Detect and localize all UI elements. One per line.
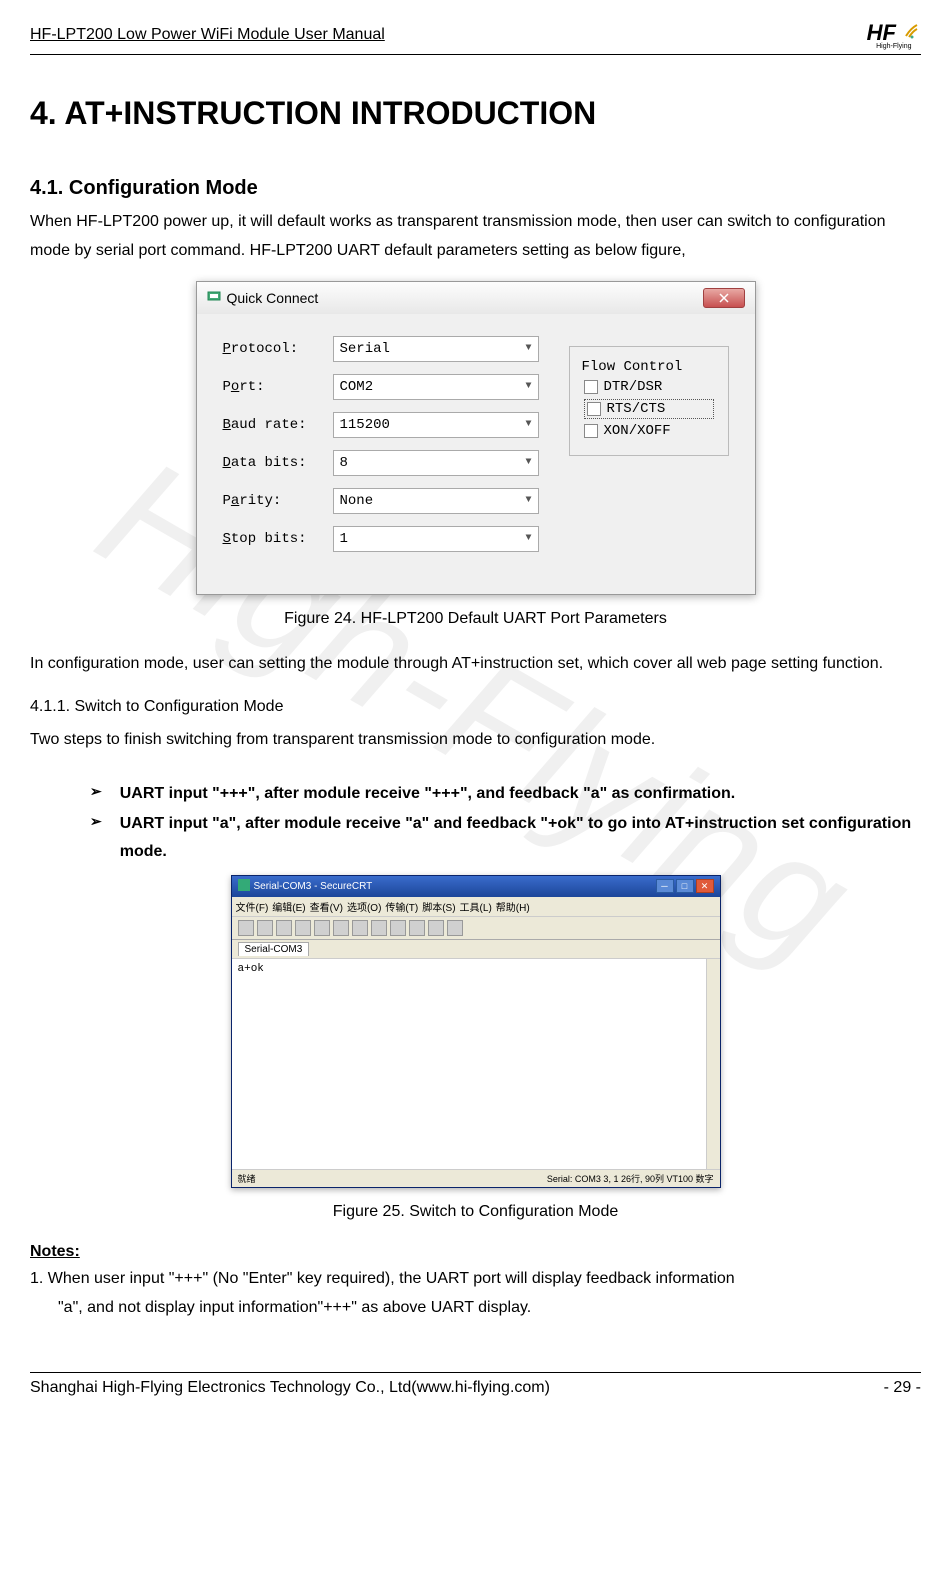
chevron-down-icon: ▼ [525,495,531,506]
chapter-title: 4. AT+INSTRUCTION INTRODUCTION [30,95,921,132]
chevron-down-icon: ▼ [525,381,531,392]
page-footer: Shanghai High-Flying Electronics Technol… [30,1372,921,1397]
toolbar-icon[interactable] [276,920,292,936]
status-right: Serial: COM3 3, 1 26行, 90列 VT100 数字 [547,1172,714,1185]
header-title: HF-LPT200 Low Power WiFi Module User Man… [30,26,385,44]
footer-page-number: - 29 - [884,1379,921,1397]
figure-24-caption: Figure 24. HF-LPT200 Default UART Port P… [30,610,921,628]
chevron-down-icon: ▼ [525,343,531,354]
close-button[interactable]: ✕ [696,879,714,893]
terminal-output[interactable]: a+ok [232,959,720,1169]
menu-script[interactable]: 脚本(S) [422,899,455,914]
menu-transfer[interactable]: 传输(T) [385,899,418,914]
bullet-marker-icon: ➢ [90,780,102,807]
chevron-down-icon: ▼ [525,533,531,544]
securecrt-tabbar: Serial-COM3 [232,940,720,959]
quick-connect-titlebar: Quick Connect [197,282,755,314]
stopbits-label: Stop bits: [223,531,333,547]
section-4-1-paragraph: When HF-LPT200 power up, it will default… [30,208,921,266]
section-4-1-1-intro: Two steps to finish switching from trans… [30,726,921,755]
baud-select[interactable]: 115200▼ [333,412,539,438]
note-1: 1. When user input "+++" (No "Enter" key… [30,1265,921,1323]
close-button[interactable] [703,288,745,308]
securecrt-titlebar: Serial-COM3 - SecureCRT ─ □ ✕ [232,876,720,897]
figure-25-caption: Figure 25. Switch to Configuration Mode [30,1203,921,1221]
app-icon [238,879,250,894]
bullet-1: ➢ UART input "+++", after module receive… [90,780,921,807]
port-label: Port: [223,379,333,395]
baud-label: Baud rate: [223,417,333,433]
section-4-1-1-title: 4.1.1. Switch to Configuration Mode [30,698,921,716]
protocol-select[interactable]: Serial▼ [333,336,539,362]
menu-options[interactable]: 选项(O) [347,899,381,914]
toolbar-icon[interactable] [314,920,330,936]
dtr-dsr-checkbox[interactable]: DTR/DSR [584,379,714,395]
rts-cts-checkbox[interactable]: RTS/CTS [584,399,714,419]
status-left: 就绪 [238,1172,256,1185]
securecrt-title: Serial-COM3 - SecureCRT [254,881,373,892]
dialog-icon [207,289,221,306]
flow-control-group: Flow Control DTR/DSR RTS/CTS XON/XOFF [569,346,729,456]
stopbits-select[interactable]: 1▼ [333,526,539,552]
parity-label: Parity: [223,493,333,509]
toolbar-icon[interactable] [333,920,349,936]
logo: HF High-Flying [867,20,921,50]
toolbar-icon[interactable] [295,920,311,936]
chevron-down-icon: ▼ [525,419,531,430]
notes-heading: Notes: [30,1243,921,1261]
protocol-label: Protocol: [223,341,333,357]
toolbar-icon[interactable] [447,920,463,936]
quick-connect-dialog: Quick Connect Protocol: Serial▼ Port: CO… [196,281,756,595]
logo-text: HF [867,20,896,45]
menu-edit[interactable]: 编辑(E) [272,899,305,914]
parity-select[interactable]: None▼ [333,488,539,514]
toolbar-icon[interactable] [390,920,406,936]
securecrt-window: Serial-COM3 - SecureCRT ─ □ ✕ 文件(F) 编辑(E… [231,875,721,1188]
page-header: HF-LPT200 Low Power WiFi Module User Man… [30,20,921,55]
menu-file[interactable]: 文件(F) [236,899,269,914]
databits-label: Data bits: [223,455,333,471]
section-4-1-title: 4.1. Configuration Mode [30,177,921,200]
securecrt-menubar: 文件(F) 编辑(E) 查看(V) 选项(O) 传输(T) 脚本(S) 工具(L… [232,897,720,917]
toolbar-icon[interactable] [428,920,444,936]
securecrt-statusbar: 就绪 Serial: COM3 3, 1 26行, 90列 VT100 数字 [232,1169,720,1187]
toolbar-icon[interactable] [352,920,368,936]
chevron-down-icon: ▼ [525,457,531,468]
toolbar-icon[interactable] [238,920,254,936]
securecrt-toolbar [232,917,720,940]
port-select[interactable]: COM2▼ [333,374,539,400]
scrollbar[interactable] [706,959,720,1169]
maximize-button[interactable]: □ [676,879,694,893]
menu-tools[interactable]: 工具(L) [460,899,492,914]
bullet-marker-icon: ➢ [90,810,102,864]
quick-connect-title: Quick Connect [227,290,319,306]
footer-company: Shanghai High-Flying Electronics Technol… [30,1379,550,1397]
toolbar-icon[interactable] [257,920,273,936]
config-mode-paragraph: In configuration mode, user can setting … [30,650,921,679]
bullet-2: ➢ UART input "a", after module receive "… [90,810,921,864]
tab-serial-com3[interactable]: Serial-COM3 [238,942,310,956]
toolbar-icon[interactable] [409,920,425,936]
toolbar-icon[interactable] [371,920,387,936]
menu-view[interactable]: 查看(V) [310,899,343,914]
databits-select[interactable]: 8▼ [333,450,539,476]
flow-control-legend: Flow Control [578,359,687,375]
minimize-button[interactable]: ─ [656,879,674,893]
menu-help[interactable]: 帮助(H) [496,899,530,914]
xon-xoff-checkbox[interactable]: XON/XOFF [584,423,714,439]
wifi-icon [903,24,921,44]
